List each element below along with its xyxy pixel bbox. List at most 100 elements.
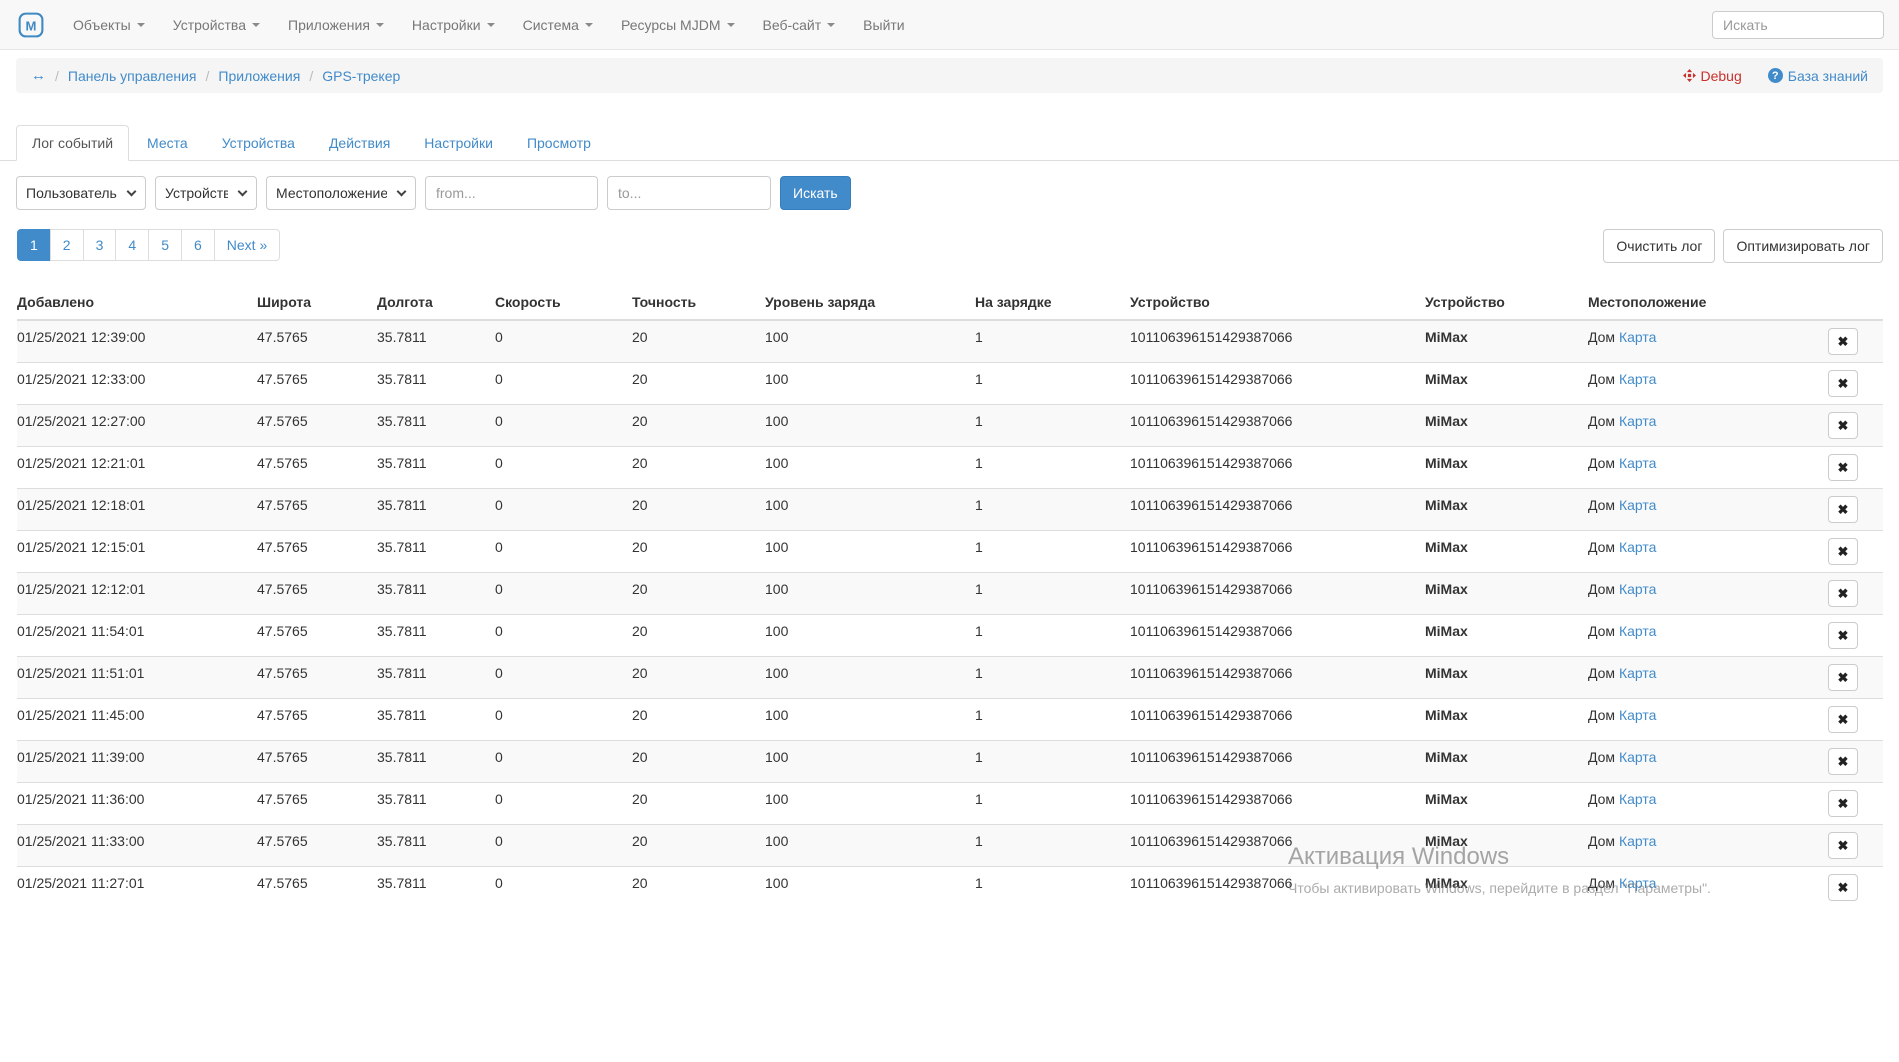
device-name: MiMax (1425, 875, 1468, 891)
map-link[interactable]: Карта (1619, 329, 1656, 345)
cell-actions: ✖ (1822, 615, 1883, 657)
cell-battery: 100 (765, 320, 975, 363)
optimize-log-button[interactable]: Оптимизировать лог (1723, 229, 1883, 263)
nav-menu-item[interactable]: Приложения (274, 0, 398, 50)
delete-row-button[interactable]: ✖ (1828, 664, 1858, 691)
location-name: Дом (1588, 581, 1619, 597)
cell-actions: ✖ (1822, 741, 1883, 783)
cell-accuracy: 20 (632, 657, 765, 699)
nav-menu-item[interactable]: Устройства (159, 0, 274, 50)
nav-menu-item[interactable]: Настройки (398, 0, 509, 50)
breadcrumb-right: Debug ? База знаний (1683, 68, 1869, 84)
cell-accuracy: 20 (632, 867, 765, 909)
location-filter-select[interactable]: Местоположение (266, 176, 416, 210)
cell-battery: 100 (765, 363, 975, 405)
pagination-next[interactable]: Next » (214, 229, 280, 261)
delete-row-button[interactable]: ✖ (1828, 832, 1858, 859)
cell-speed: 0 (495, 825, 632, 867)
app-logo-icon[interactable]: M (17, 11, 45, 39)
cell-battery: 100 (765, 489, 975, 531)
delete-row-button[interactable]: ✖ (1828, 706, 1858, 733)
map-link[interactable]: Карта (1619, 875, 1656, 891)
cell-speed: 0 (495, 783, 632, 825)
delete-row-button[interactable]: ✖ (1828, 454, 1858, 481)
delete-row-button[interactable]: ✖ (1828, 538, 1858, 565)
map-link[interactable]: Карта (1619, 497, 1656, 513)
tab-link[interactable]: Устройства (206, 125, 311, 161)
delete-row-button[interactable]: ✖ (1828, 328, 1858, 355)
search-button[interactable]: Искать (780, 176, 851, 210)
pagination-page[interactable]: 6 (181, 229, 215, 261)
cell-added: 01/25/2021 11:54:01 (17, 615, 257, 657)
map-link[interactable]: Карта (1619, 539, 1656, 555)
pagination-page[interactable]: 3 (83, 229, 117, 261)
delete-row-button[interactable]: ✖ (1828, 790, 1858, 817)
map-link[interactable]: Карта (1619, 707, 1656, 723)
nav-menu-item[interactable]: Объекты (59, 0, 159, 50)
debug-move-icon (1683, 69, 1696, 82)
cell-charging: 1 (975, 489, 1130, 531)
tabs: Лог событийМестаУстройстваДействияНастро… (0, 125, 1899, 161)
nav-menu-item[interactable]: Выйти (849, 0, 918, 50)
breadcrumb-item[interactable]: Приложения (218, 68, 300, 84)
breadcrumb-item[interactable]: Панель управления (68, 68, 197, 84)
device-filter-select[interactable]: Устройство (155, 176, 257, 210)
pagination-page[interactable]: 1 (17, 229, 51, 261)
breadcrumb-item[interactable]: GPS-трекер (322, 68, 400, 84)
table-row: 01/25/2021 12:33:0047.576535.78110201001… (17, 363, 1883, 405)
cell-battery: 100 (765, 867, 975, 909)
breadcrumb-home-icon[interactable]: ↔ (31, 67, 46, 84)
device-name: MiMax (1425, 413, 1468, 429)
global-search-input[interactable] (1712, 11, 1884, 39)
map-link[interactable]: Карта (1619, 455, 1656, 471)
clear-log-button[interactable]: Очистить лог (1603, 229, 1715, 263)
cell-location: Дом Карта (1588, 867, 1822, 909)
debug-link[interactable]: Debug (1683, 68, 1742, 84)
date-to-input[interactable] (607, 176, 771, 210)
nav-menu-item[interactable]: Система (509, 0, 607, 50)
map-link[interactable]: Карта (1619, 791, 1656, 807)
cell-location: Дом Карта (1588, 825, 1822, 867)
tab-link[interactable]: Действия (313, 125, 406, 161)
pagination-page[interactable]: 2 (50, 229, 84, 261)
cell-accuracy: 20 (632, 531, 765, 573)
cell-accuracy: 20 (632, 783, 765, 825)
delete-row-button[interactable]: ✖ (1828, 580, 1858, 607)
top-navbar: M ОбъектыУстройстваПриложенияНастройкиСи… (0, 0, 1899, 50)
map-link[interactable]: Карта (1619, 749, 1656, 765)
pagination-page[interactable]: 5 (148, 229, 182, 261)
map-link[interactable]: Карта (1619, 413, 1656, 429)
nav-menu-item[interactable]: Веб-сайт (749, 0, 850, 50)
location-name: Дом (1588, 623, 1619, 639)
map-link[interactable]: Карта (1619, 665, 1656, 681)
map-link[interactable]: Карта (1619, 581, 1656, 597)
cell-device-id: 101106396151429387066 (1130, 699, 1425, 741)
cell-latitude: 47.5765 (257, 531, 377, 573)
tab-link[interactable]: Лог событий (16, 125, 129, 161)
cell-charging: 1 (975, 741, 1130, 783)
delete-row-button[interactable]: ✖ (1828, 412, 1858, 439)
nav-menu-item[interactable]: Ресурсы MJDM (607, 0, 749, 50)
cell-device-name: MiMax (1425, 825, 1588, 867)
cell-longitude: 35.7811 (377, 405, 495, 447)
delete-row-button[interactable]: ✖ (1828, 370, 1858, 397)
delete-row-button[interactable]: ✖ (1828, 496, 1858, 523)
caret-down-icon (585, 23, 593, 27)
location-name: Дом (1588, 371, 1619, 387)
tab-link[interactable]: Места (131, 125, 204, 161)
date-from-input[interactable] (425, 176, 598, 210)
tab-link[interactable]: Просмотр (511, 125, 607, 161)
user-filter-select[interactable]: Пользователь (16, 176, 146, 210)
tab-link[interactable]: Настройки (408, 125, 509, 161)
pagination-page[interactable]: 4 (115, 229, 149, 261)
device-name: MiMax (1425, 707, 1468, 723)
delete-row-button[interactable]: ✖ (1828, 748, 1858, 775)
delete-row-button[interactable]: ✖ (1828, 874, 1858, 901)
tab-item: Действия (313, 125, 406, 161)
delete-row-button[interactable]: ✖ (1828, 622, 1858, 649)
map-link[interactable]: Карта (1619, 833, 1656, 849)
knowledge-base-link[interactable]: ? База знаний (1768, 68, 1868, 84)
map-link[interactable]: Карта (1619, 623, 1656, 639)
column-header: На зарядке (975, 286, 1130, 320)
map-link[interactable]: Карта (1619, 371, 1656, 387)
